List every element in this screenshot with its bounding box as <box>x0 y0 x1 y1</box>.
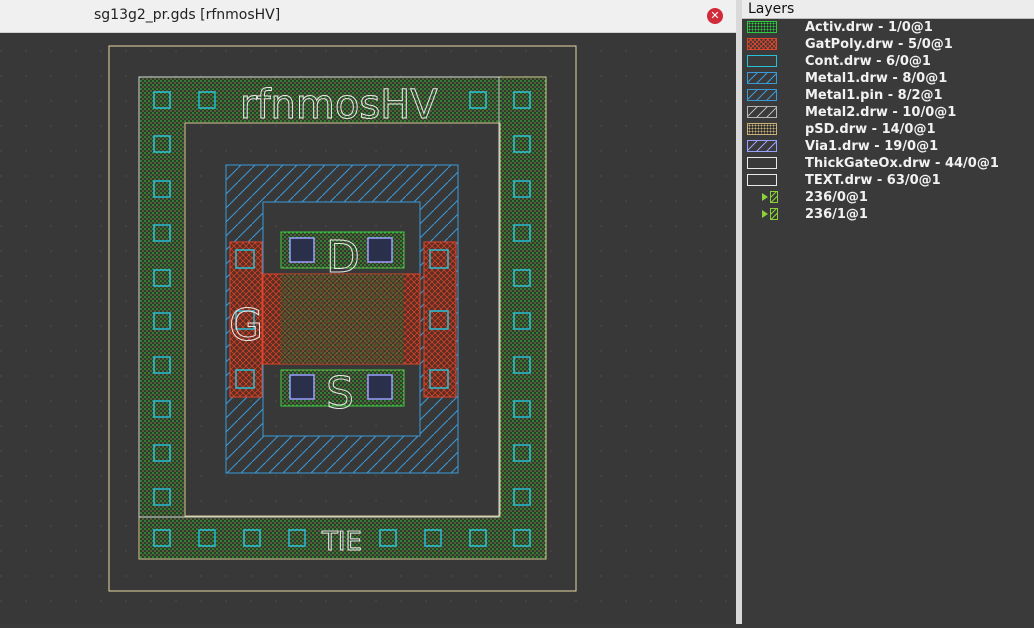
layer-row[interactable]: 236/0@1 <box>742 189 1034 206</box>
layer-label: Cont.drw - 6/0@1 <box>805 54 931 69</box>
layer-row[interactable]: pSD.drw - 14/0@1 <box>742 121 1034 138</box>
gate-label: G <box>229 300 263 351</box>
layer-row[interactable]: Activ.drw - 1/0@1 <box>742 19 1034 36</box>
tie-label: TIE <box>321 527 362 557</box>
layer-swatch-icon <box>747 157 777 169</box>
layer-row[interactable]: GatPoly.drw - 5/0@1 <box>742 36 1034 53</box>
drain-label: D <box>326 232 360 283</box>
layer-label: Metal2.drw - 10/0@1 <box>805 105 957 120</box>
source-label: S <box>326 368 354 419</box>
layer-swatch-icon <box>747 55 777 67</box>
expand-arrow-icon[interactable] <box>762 210 768 218</box>
cell-name-label: rfnmosHV <box>240 82 438 128</box>
layer-label: TEXT.drw - 63/0@1 <box>805 173 941 188</box>
layer-swatch-icon <box>747 123 777 135</box>
layer-swatch-icon <box>747 21 777 33</box>
layer-swatch-icon <box>747 174 777 186</box>
layout-canvas[interactable]: rfnmosHV D G S TIE <box>0 33 736 624</box>
layer-swatch-icon <box>747 89 777 101</box>
layer-swatch-icon <box>770 208 778 220</box>
layer-row[interactable]: Cont.drw - 6/0@1 <box>742 53 1034 70</box>
layer-row[interactable]: Metal1.pin - 8/2@1 <box>742 87 1034 104</box>
layout-drawing: rfnmosHV D G S TIE <box>0 33 736 624</box>
layer-label: pSD.drw - 14/0@1 <box>805 122 936 137</box>
layer-row[interactable]: 236/1@1 <box>742 206 1034 223</box>
layer-row[interactable]: Metal2.drw - 10/0@1 <box>742 104 1034 121</box>
layer-label: 236/0@1 <box>805 190 868 205</box>
layer-row[interactable]: Metal1.drw - 8/0@1 <box>742 70 1034 87</box>
layer-label: 236/1@1 <box>805 207 868 222</box>
layer-swatch-icon <box>747 106 777 118</box>
layer-row[interactable]: TEXT.drw - 63/0@1 <box>742 172 1034 189</box>
document-tab-title[interactable]: sg13g2_pr.gds [rfnmosHV] <box>94 7 280 23</box>
layer-row[interactable]: ThickGateOx.drw - 44/0@1 <box>742 155 1034 172</box>
close-tab-icon[interactable]: ✕ <box>707 8 723 24</box>
layer-label: Via1.drw - 19/0@1 <box>805 139 939 154</box>
layer-label: Metal1.pin - 8/2@1 <box>805 88 943 103</box>
layers-panel-header: Layers <box>742 0 1034 19</box>
layer-label: ThickGateOx.drw - 44/0@1 <box>805 156 999 171</box>
layer-swatch-icon <box>747 38 777 50</box>
layer-swatch-icon <box>747 140 777 152</box>
layers-panel: Layers Activ.drw - 1/0@1 GatPoly.drw - 5/… <box>742 0 1034 624</box>
layer-list: Activ.drw - 1/0@1 GatPoly.drw - 5/0@1 Cont… <box>742 19 1034 223</box>
layer-row[interactable]: Via1.drw - 19/0@1 <box>742 138 1034 155</box>
document-tab-bar: sg13g2_pr.gds [rfnmosHV] ✕ <box>0 0 736 33</box>
layer-swatch-icon <box>747 72 777 84</box>
layer-label: Metal1.drw - 8/0@1 <box>805 71 948 86</box>
layer-swatch-icon <box>770 191 778 203</box>
layer-label: GatPoly.drw - 5/0@1 <box>805 37 953 52</box>
layer-label: Activ.drw - 1/0@1 <box>805 20 933 35</box>
expand-arrow-icon[interactable] <box>762 193 768 201</box>
